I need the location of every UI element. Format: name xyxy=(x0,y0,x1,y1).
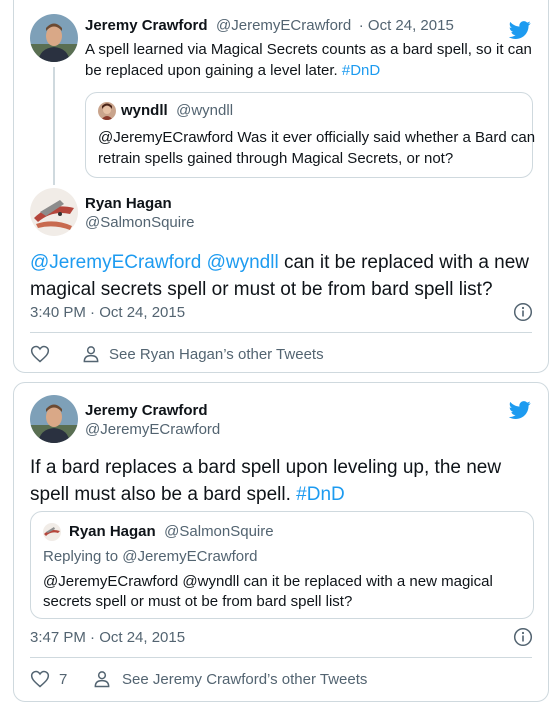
author-name[interactable]: Jeremy Crawford xyxy=(85,17,208,34)
info-icon[interactable] xyxy=(513,302,533,322)
quoted-text: @JeremyECrawford @wyndll can it be repla… xyxy=(43,572,493,612)
twitter-bird-icon[interactable] xyxy=(508,399,532,421)
tweet2-text: If a bard replaces a bard spell upon lev… xyxy=(30,454,501,508)
mention-link[interactable]: @wyndll xyxy=(207,252,279,273)
quoted-tweet[interactable]: wyndll @wyndll @JeremyECrawford Was it e… xyxy=(85,92,535,178)
like-count: 7 xyxy=(59,671,68,688)
author-name[interactable]: Jeremy Crawford xyxy=(85,402,220,419)
tweet1-header: Jeremy Crawford @JeremyECrawford · Oct 2… xyxy=(85,17,454,35)
quoted-text-line2: retrain spells gained through Magical Se… xyxy=(98,150,454,167)
quoted-tweet[interactable]: Ryan Hagan @SalmonSquire Replying to @Je… xyxy=(30,511,534,619)
tweet2-text-line1: If a bard replaces a bard spell upon lev… xyxy=(30,457,502,478)
wyndll-avatar xyxy=(98,102,116,120)
replying-to: Replying to @JeremyECrawford xyxy=(43,548,257,565)
quoted-text-line2: secrets spell or must ot be from bard sp… xyxy=(43,593,353,610)
reply-thread-card: Jeremy Crawford @JeremyECrawford · Oct 2… xyxy=(13,0,549,373)
divider xyxy=(30,657,532,658)
quoted-author-handle: @SalmonSquire xyxy=(164,523,274,540)
quoted-header: Ryan Hagan @SalmonSquire xyxy=(69,523,274,541)
ryan-hagan-avatar xyxy=(43,523,61,541)
ryan-hagan-avatar[interactable] xyxy=(30,188,78,236)
reply-text-line2: magical secrets spell or must ot be from… xyxy=(30,279,493,300)
tweet1-text: A spell learned via Magical Secrets coun… xyxy=(85,39,532,81)
quoted-text: @JeremyECrawford Was it ever officially … xyxy=(98,127,535,169)
hashtag-link[interactable]: #DnD xyxy=(342,62,380,79)
replying-to-handle: @JeremyECrawford xyxy=(122,548,258,565)
reply-timestamp[interactable]: 3:40 PM · Oct 24, 2015 xyxy=(30,304,185,321)
thread-line xyxy=(53,67,55,185)
quoted-text-line1: @JeremyECrawford Was it ever officially … xyxy=(98,129,536,146)
quoted-author-handle: @wyndll xyxy=(176,102,234,119)
heart-icon[interactable] xyxy=(30,669,50,689)
tweet2-author: Jeremy Crawford @JeremyECrawford xyxy=(85,402,220,438)
reply-author-name[interactable]: Ryan Hagan xyxy=(85,195,194,212)
see-other-tweets-link[interactable]: See Jeremy Crawford’s other Tweets xyxy=(122,671,367,688)
replying-to-label: Replying to xyxy=(43,548,119,565)
reply-author-handle[interactable]: @SalmonSquire xyxy=(85,214,194,231)
jeremy-crawford-avatar[interactable] xyxy=(30,395,78,443)
quoted-author-name: wyndll xyxy=(121,102,168,119)
author-handle[interactable]: @JeremyECrawford xyxy=(216,17,351,34)
tweet1-text-line1: A spell learned via Magical Secrets coun… xyxy=(85,41,532,58)
reply-author: Ryan Hagan @SalmonSquire xyxy=(85,195,194,231)
twitter-bird-icon[interactable] xyxy=(508,19,532,41)
hashtag-link[interactable]: #DnD xyxy=(296,484,345,505)
tweet1-text-line2: be replaced upon gaining a level later. xyxy=(85,62,338,79)
quoted-text-line1: @JeremyECrawford @wyndll can it be repla… xyxy=(43,573,493,590)
see-other-tweets-link[interactable]: See Ryan Hagan’s other Tweets xyxy=(109,346,324,363)
reply-text-line1: can it be replaced with a new xyxy=(283,252,530,273)
quoted-author-name: Ryan Hagan xyxy=(69,523,156,540)
person-icon xyxy=(83,346,99,363)
tweet-date[interactable]: · Oct 24, 2015 xyxy=(359,17,454,34)
tweet2-text-line2: spell must also be a bard spell. xyxy=(30,484,291,505)
reply-text: @JeremyECrawford @wyndll can it be repla… xyxy=(30,249,529,303)
person-icon xyxy=(94,671,110,688)
quoted-header: wyndll @wyndll xyxy=(121,102,233,120)
author-handle[interactable]: @JeremyECrawford xyxy=(85,421,220,438)
divider xyxy=(30,332,532,333)
tweet-timestamp[interactable]: 3:47 PM · Oct 24, 2015 xyxy=(30,629,185,646)
heart-icon[interactable] xyxy=(30,344,50,364)
info-icon[interactable] xyxy=(513,627,533,647)
jeremy-crawford-avatar[interactable] xyxy=(30,14,78,62)
mention-link[interactable]: @JeremyECrawford xyxy=(30,252,201,273)
tweet-card: Jeremy Crawford @JeremyECrawford If a ba… xyxy=(13,382,549,702)
